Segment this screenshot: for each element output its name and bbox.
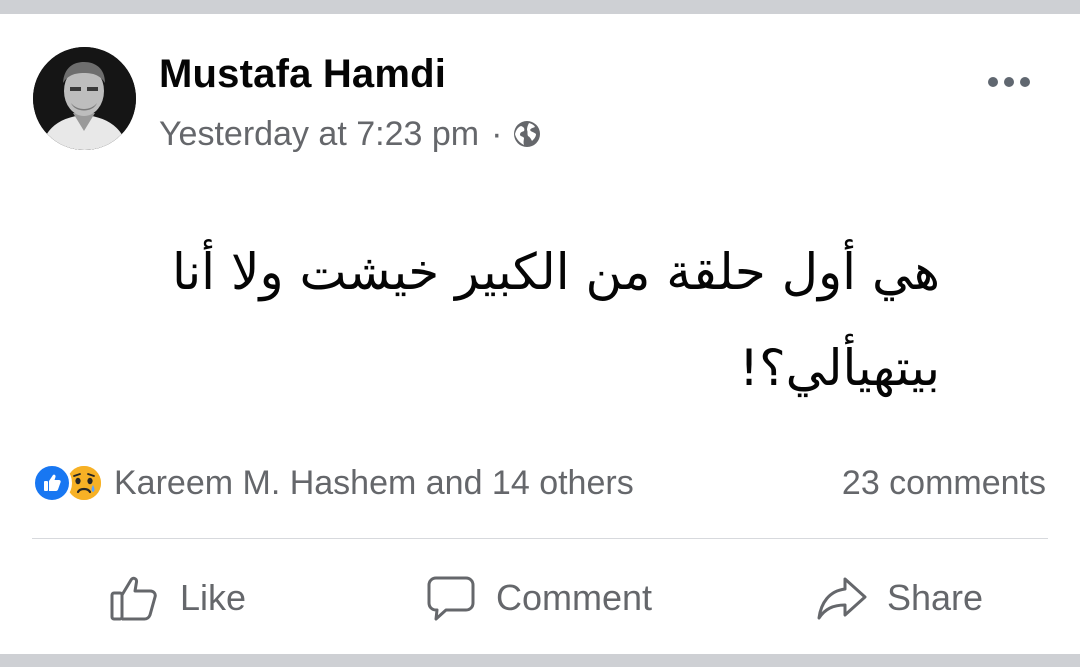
- post-meta: Yesterday at 7:23 pm ·: [159, 112, 542, 156]
- reactors-text[interactable]: Kareem M. Hashem and 14 others: [114, 464, 634, 503]
- more-dots-icon: [988, 77, 1030, 87]
- comment-button[interactable]: Comment: [424, 570, 652, 626]
- share-label: Share: [887, 577, 984, 618]
- like-button[interactable]: Like: [108, 570, 246, 626]
- author-name[interactable]: Mustafa Hamdi: [159, 52, 446, 97]
- avatar[interactable]: [33, 47, 136, 150]
- post-timestamp[interactable]: Yesterday at 7:23 pm: [159, 115, 479, 154]
- globe-icon: [512, 119, 542, 149]
- like-reaction-icon: [32, 463, 72, 503]
- comment-label: Comment: [496, 577, 653, 618]
- meta-separator: ·: [491, 114, 503, 153]
- comments-count[interactable]: 23 comments: [842, 460, 1046, 506]
- post-card: Mustafa Hamdi Yesterday at 7:23 pm · هي …: [0, 14, 1080, 654]
- more-options-button[interactable]: [983, 62, 1035, 102]
- comment-bubble-icon: [427, 576, 475, 621]
- reaction-summary[interactable]: Kareem M. Hashem and 14 others: [32, 460, 634, 506]
- divider: [32, 538, 1048, 539]
- share-arrow-icon: [817, 577, 867, 620]
- post-text: هي أول حلقة من الكبير خيشت ولا أنا بيتهي…: [172, 243, 940, 397]
- thumbs-up-icon: [110, 576, 157, 621]
- share-button[interactable]: Share: [815, 570, 983, 626]
- like-label: Like: [180, 577, 247, 618]
